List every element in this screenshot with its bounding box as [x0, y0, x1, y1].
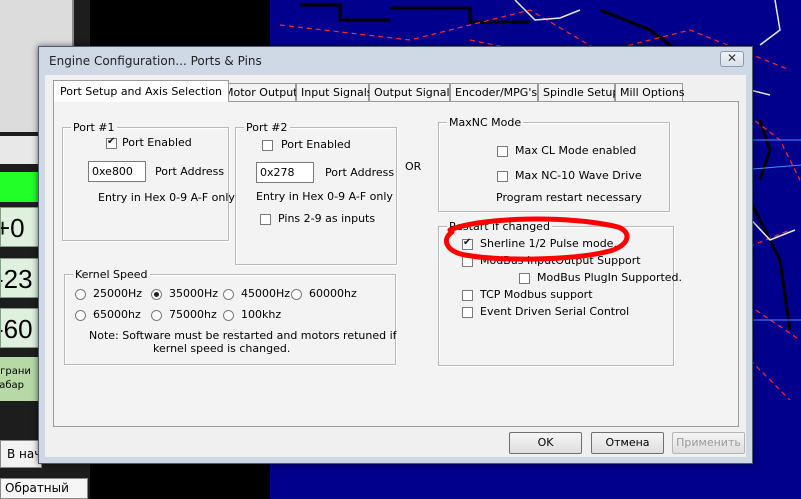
modbus-io-label: ModBus InputOutput Support	[480, 254, 641, 267]
maxnc-restart-note: Program restart necessary	[496, 191, 642, 204]
port2-legend: Port #2	[244, 121, 290, 134]
port1-enabled-label: Port Enabled	[122, 136, 192, 149]
port2-hint: Entry in Hex 0-9 A-F only	[256, 190, 393, 203]
port1-legend: Port #1	[71, 121, 117, 134]
kernel-label-60000: 60000hz	[309, 287, 357, 300]
home-button[interactable]: В нач	[0, 440, 42, 468]
max-nc10-checkbox[interactable]	[497, 171, 508, 182]
tab-panel-port-setup: Port #1 Port Enabled 0xe800 Port Address…	[53, 101, 739, 427]
tab-motor-outputs[interactable]: Motor Outputs	[219, 83, 303, 101]
dro-y-display[interactable]: -23	[0, 258, 42, 298]
kernel-note-line1: Note: Software must be restarted and mot…	[89, 329, 397, 342]
port1-hint: Entry in Hex 0-9 A-F only	[98, 191, 235, 204]
tab-input-signals[interactable]: Input Signals	[296, 83, 373, 101]
kernel-radio-100k[interactable]	[223, 310, 234, 321]
kernel-radio-60000[interactable]	[291, 289, 302, 300]
port2-enabled-label: Port Enabled	[281, 138, 351, 151]
kernel-radio-25000[interactable]	[75, 289, 86, 300]
kernel-label-65000: 65000hz	[93, 308, 141, 321]
soft-limits-button[interactable]: ограни габар	[0, 357, 42, 401]
kernel-label-35000: 35000Hz	[169, 287, 219, 300]
restart-group: Restart if changed Sherline 1/2 Pulse mo…	[438, 220, 682, 366]
close-icon[interactable]: ✕	[720, 51, 744, 67]
restart-legend: Restart if changed	[447, 220, 552, 233]
or-label: OR	[405, 160, 422, 173]
tab-encoder-mpg[interactable]: Encoder/MPG's	[450, 83, 538, 101]
tab-port-setup[interactable]: Port Setup and Axis Selection	[53, 80, 230, 102]
port1-address-label: Port Address	[155, 165, 225, 178]
modbus-io-checkbox[interactable]	[462, 256, 473, 267]
kernel-label-75000: 75000hz	[169, 308, 217, 321]
cancel-button[interactable]: Отмена	[591, 432, 664, 454]
background-indicator-green	[0, 172, 42, 202]
kernel-label-100k: 100khz	[241, 308, 282, 321]
port2-address-label: Port Address	[325, 166, 395, 179]
max-cl-mode-checkbox[interactable]	[497, 146, 508, 157]
port2-group: Port #2 Port Enabled 0x278 Port Address …	[235, 121, 397, 265]
port2-pins-label: Pins 2-9 as inputs	[278, 212, 376, 225]
tcp-modbus-checkbox[interactable]	[462, 290, 473, 301]
kernel-radio-45000[interactable]	[223, 289, 234, 300]
background-status-bar	[0, 136, 42, 164]
dialog-title: Engine Configuration... Ports & Pins	[49, 54, 262, 68]
port1-address-input[interactable]: 0xe800	[88, 161, 146, 182]
tab-output-signals[interactable]: Output Signals	[369, 83, 455, 101]
kernel-label-25000: 25000Hz	[93, 287, 143, 300]
ok-button[interactable]: OK	[509, 432, 582, 454]
modbus-plugin-checkbox[interactable]	[519, 273, 530, 284]
kernel-speed-legend: Kernel Speed	[73, 268, 150, 281]
event-serial-label: Event Driven Serial Control	[480, 305, 630, 318]
event-serial-checkbox[interactable]	[462, 307, 473, 318]
max-cl-mode-label: Max CL Mode enabled	[515, 144, 637, 157]
port1-group: Port #1 Port Enabled 0xe800 Port Address…	[62, 121, 235, 241]
kernel-label-45000: 45000Hz	[241, 287, 291, 300]
tab-mill-options[interactable]: Mill Options	[615, 83, 685, 101]
kernel-radio-75000[interactable]	[151, 310, 162, 321]
kernel-radio-35000[interactable]	[151, 289, 162, 300]
max-nc10-label: Max NC-10 Wave Drive	[515, 169, 642, 182]
port2-enabled-checkbox[interactable]	[262, 140, 273, 151]
kernel-note-line2: kernel speed is changed.	[153, 342, 291, 355]
sherline-checkbox[interactable]	[462, 237, 473, 250]
kernel-speed-group: Kernel Speed 25000Hz 35000Hz 45000Hz 600…	[64, 268, 397, 365]
kernel-radio-65000[interactable]	[75, 310, 86, 321]
apply-button[interactable]: Применить	[672, 432, 745, 454]
engine-config-dialog: Engine Configuration... Ports & Pins ✕ P…	[38, 46, 753, 464]
port2-pins-checkbox[interactable]	[260, 214, 271, 225]
port2-address-input[interactable]: 0x278	[256, 162, 314, 183]
dro-x-display[interactable]: +0	[0, 207, 42, 247]
tab-spindle-setup[interactable]: Spindle Setup	[538, 83, 619, 101]
sherline-label: Sherline 1/2 Pulse mode.	[480, 237, 617, 250]
dialog-client-area: Port Setup and Axis Selection Motor Outp…	[45, 75, 746, 457]
modbus-plugin-label: ModBus PlugIn Supported.	[537, 271, 683, 284]
maxnc-group: MaxNC Mode Max CL Mode enabled Max NC-10…	[438, 116, 670, 212]
tcp-modbus-label: TCP Modbus support	[480, 288, 593, 301]
dro-z-display[interactable]: -60	[0, 308, 42, 348]
reverse-button[interactable]: Обратный	[0, 478, 88, 499]
maxnc-legend: MaxNC Mode	[447, 116, 524, 129]
port1-enabled-checkbox[interactable]	[106, 136, 117, 149]
